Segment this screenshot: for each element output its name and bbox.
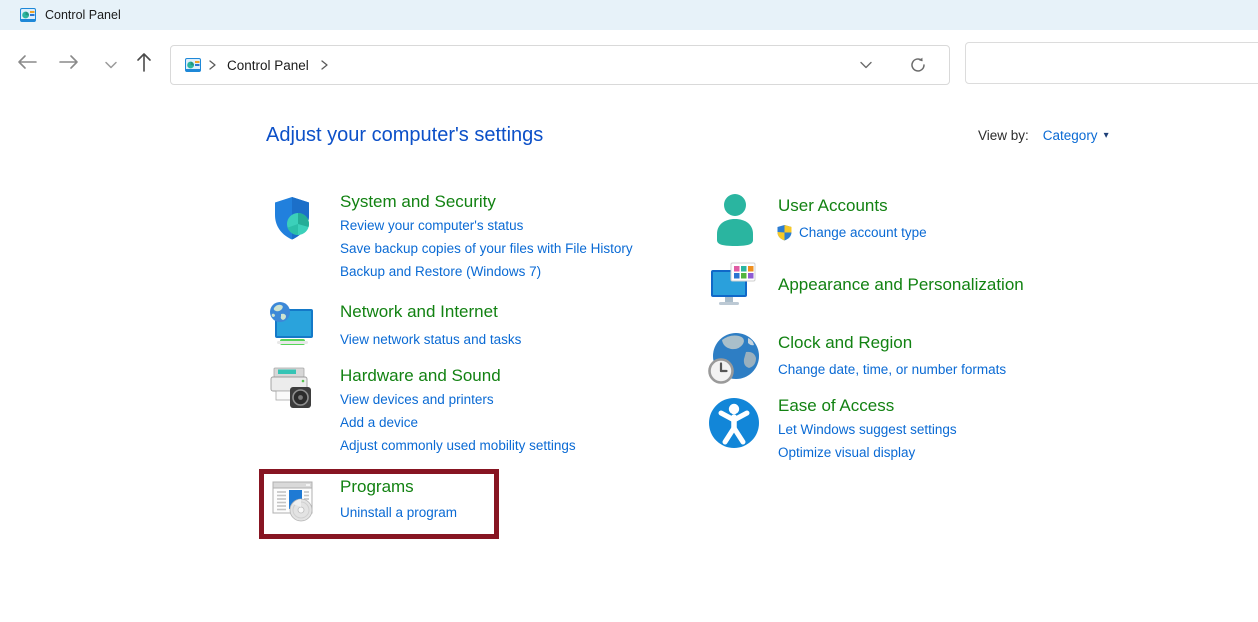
- window-title: Control Panel: [45, 8, 121, 22]
- link-backup-and-restore-windows7[interactable]: Backup and Restore (Windows 7): [340, 264, 541, 279]
- category-title-appearance-and-personalization[interactable]: Appearance and Personalization: [778, 275, 1024, 295]
- address-bar[interactable]: Control Panel: [170, 45, 950, 85]
- category-title-ease-of-access[interactable]: Ease of Access: [778, 396, 894, 416]
- search-box: [965, 42, 1258, 84]
- caret-down-icon: ▾: [1104, 130, 1109, 141]
- user-accounts-icon[interactable]: [711, 192, 759, 253]
- appearance-personalization-icon[interactable]: [708, 261, 758, 316]
- title-bar: Control Panel: [0, 0, 1258, 30]
- chevron-down-icon: [104, 59, 118, 71]
- ease-of-access-icon[interactable]: [709, 398, 759, 453]
- link-optimize-visual-display[interactable]: Optimize visual display: [778, 445, 915, 460]
- network-internet-icon[interactable]: [268, 300, 316, 353]
- category-title-network-and-internet[interactable]: Network and Internet: [340, 302, 498, 322]
- link-change-date-time-number-formats[interactable]: Change date, time, or number formats: [778, 362, 1006, 377]
- link-save-backup-copies-file-history[interactable]: Save backup copies of your files with Fi…: [340, 241, 633, 256]
- category-title-clock-and-region[interactable]: Clock and Region: [778, 333, 912, 353]
- link-change-account-type-row[interactable]: Change account type: [776, 224, 927, 241]
- view-by-value[interactable]: Category: [1043, 128, 1098, 143]
- link-uninstall-a-program[interactable]: Uninstall a program: [340, 505, 457, 520]
- hardware-sound-icon[interactable]: [266, 364, 316, 417]
- link-adjust-commonly-used-mobility-settings[interactable]: Adjust commonly used mobility settings: [340, 438, 576, 453]
- page-title: Adjust your computer's settings: [266, 124, 543, 147]
- view-by-control: View by: Category ▾: [978, 128, 1109, 143]
- view-by-dropdown[interactable]: Category ▾: [1043, 128, 1109, 143]
- clock-region-icon[interactable]: [706, 330, 762, 391]
- forward-button[interactable]: [56, 49, 82, 75]
- arrow-left-icon: [16, 52, 38, 72]
- control-panel-icon: [185, 57, 201, 73]
- category-title-user-accounts[interactable]: User Accounts: [778, 196, 888, 216]
- refresh-icon: [909, 56, 927, 74]
- control-panel-icon: [20, 7, 36, 23]
- back-button[interactable]: [14, 49, 40, 75]
- category-title-programs[interactable]: Programs: [340, 477, 414, 497]
- recent-locations-button[interactable]: [98, 52, 124, 78]
- system-security-icon[interactable]: [268, 194, 316, 247]
- address-dropdown-button[interactable]: [853, 52, 879, 78]
- chevron-down-icon: [859, 59, 873, 71]
- category-title-hardware-and-sound[interactable]: Hardware and Sound: [340, 366, 501, 386]
- link-add-a-device[interactable]: Add a device: [340, 415, 418, 430]
- uac-shield-icon: [776, 224, 793, 241]
- programs-icon[interactable]: [270, 477, 318, 530]
- category-title-system-and-security[interactable]: System and Security: [340, 192, 496, 212]
- link-view-network-status-and-tasks[interactable]: View network status and tasks: [340, 332, 521, 347]
- breadcrumb-control-panel[interactable]: Control Panel: [227, 58, 309, 73]
- link-let-windows-suggest-settings[interactable]: Let Windows suggest settings: [778, 422, 957, 437]
- link-review-your-computers-status[interactable]: Review your computer's status: [340, 218, 523, 233]
- up-button[interactable]: [131, 49, 157, 75]
- link-change-account-type[interactable]: Change account type: [799, 225, 927, 240]
- chevron-right-icon[interactable]: [207, 59, 217, 71]
- arrow-up-icon: [134, 51, 154, 73]
- search-input[interactable]: [966, 43, 1258, 83]
- control-panel-window: Control Panel: [0, 0, 1258, 622]
- link-view-devices-and-printers[interactable]: View devices and printers: [340, 392, 494, 407]
- chevron-right-icon[interactable]: [319, 59, 329, 71]
- arrow-right-icon: [58, 52, 80, 72]
- view-by-label: View by:: [978, 128, 1029, 143]
- refresh-button[interactable]: [905, 52, 931, 78]
